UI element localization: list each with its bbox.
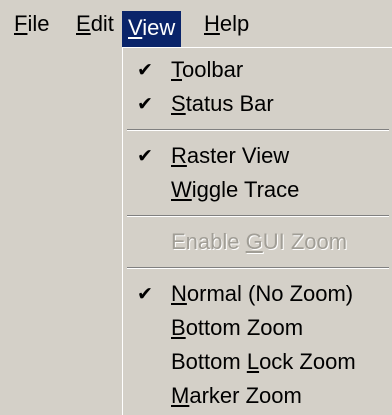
- view-menu-item[interactable]: Bottom Lock Zoom: [123, 345, 392, 379]
- view-menu-item-label: Wiggle Trace: [171, 173, 299, 207]
- menu-edit[interactable]: Edit: [70, 9, 120, 39]
- checkmark-icon: ✔: [137, 59, 153, 81]
- view-menu-item-label: Normal (No Zoom): [171, 277, 353, 311]
- view-menu-item[interactable]: Wiggle Trace: [123, 173, 392, 207]
- menu-file[interactable]: File: [8, 9, 55, 39]
- view-menu-item[interactable]: Bottom Zoom: [123, 311, 392, 345]
- menu-view[interactable]: View: [122, 11, 182, 47]
- checkmark-icon: ✔: [137, 93, 153, 115]
- view-menu-item-label-accelerator: T: [171, 57, 182, 82]
- application-window: File Edit View Help ✔ Toolbar ✔ Status Bar ✔…: [0, 0, 392, 415]
- menu-edit-accelerator: E: [76, 11, 91, 36]
- view-menu-item[interactable]: Marker Zoom: [123, 379, 392, 413]
- view-menu-item-label: Raster View: [171, 139, 289, 173]
- view-menu-item-label-accelerator: R: [171, 143, 187, 168]
- view-menu-item-label-pre: Enable: [171, 229, 246, 254]
- view-menu-item-label: Bottom Lock Zoom: [171, 345, 356, 379]
- view-menu-item-label-post: ormal (No Zoom): [186, 281, 354, 306]
- view-menu-item-label-post: ottom Zoom: [185, 315, 304, 340]
- view-menu-item-label-post: iggle Trace: [191, 177, 300, 202]
- view-menu-item[interactable]: ✔ Raster View: [123, 139, 392, 173]
- view-menu-item-label: Marker Zoom: [171, 379, 302, 413]
- menu-help-accelerator: H: [204, 11, 220, 36]
- view-menu-item-label-post: arker Zoom: [189, 383, 302, 408]
- view-menu-item-label-post: aster View: [186, 143, 290, 168]
- view-menu-item[interactable]: ✔ Status Bar: [123, 87, 392, 121]
- menu-help-label-post: elp: [219, 11, 250, 36]
- view-menu-dropdown: ✔ Toolbar ✔ Status Bar ✔ Raster View Wiggle Tr…: [122, 47, 392, 415]
- view-menu-item: Enable GUI Zoom: [123, 225, 392, 259]
- checkmark-icon: ✔: [137, 145, 153, 167]
- menu-separator: [127, 267, 389, 269]
- view-menu-item-label-post: UI Zoom: [262, 229, 348, 254]
- view-menu-item-label: Enable GUI Zoom: [171, 225, 347, 259]
- view-menu-item-label: Status Bar: [171, 87, 274, 121]
- view-menu-item-label-accelerator: N: [171, 281, 187, 306]
- menu-help[interactable]: Help: [198, 9, 255, 39]
- view-menu-item-label-post: ock Zoom: [259, 349, 356, 374]
- view-menu-item-label: Toolbar: [171, 53, 243, 87]
- menu-view-accelerator: V: [128, 15, 143, 40]
- menu-separator: [127, 129, 389, 131]
- view-menu-item-label-accelerator: W: [171, 177, 192, 202]
- view-menu-item-label-accelerator: G: [245, 229, 263, 254]
- view-menu-item-label: Bottom Zoom: [171, 311, 303, 345]
- view-menu-item[interactable]: ✔ Normal (No Zoom): [123, 277, 392, 311]
- view-menu-item-label-post: oolbar: [182, 57, 244, 82]
- view-menu-item[interactable]: ✔ Toolbar: [123, 53, 392, 87]
- view-menu-item-label-accelerator: S: [171, 91, 186, 116]
- menu-edit-label-post: dit: [90, 11, 114, 36]
- view-menu-item-label-accelerator: B: [171, 315, 186, 340]
- menu-file-accelerator: F: [14, 11, 28, 36]
- menu-bar: File Edit View Help: [0, 0, 392, 48]
- menu-file-label-post: ile: [27, 11, 50, 36]
- view-menu-item-label-post: tatus Bar: [185, 91, 274, 116]
- view-menu-item-label-pre: Bottom: [171, 349, 247, 374]
- view-menu-item-label-accelerator: L: [246, 349, 260, 374]
- menu-view-label-post: iew: [142, 15, 176, 40]
- checkmark-icon: ✔: [137, 283, 153, 305]
- view-menu-item-label-accelerator: M: [171, 383, 190, 408]
- menu-separator: [127, 215, 389, 217]
